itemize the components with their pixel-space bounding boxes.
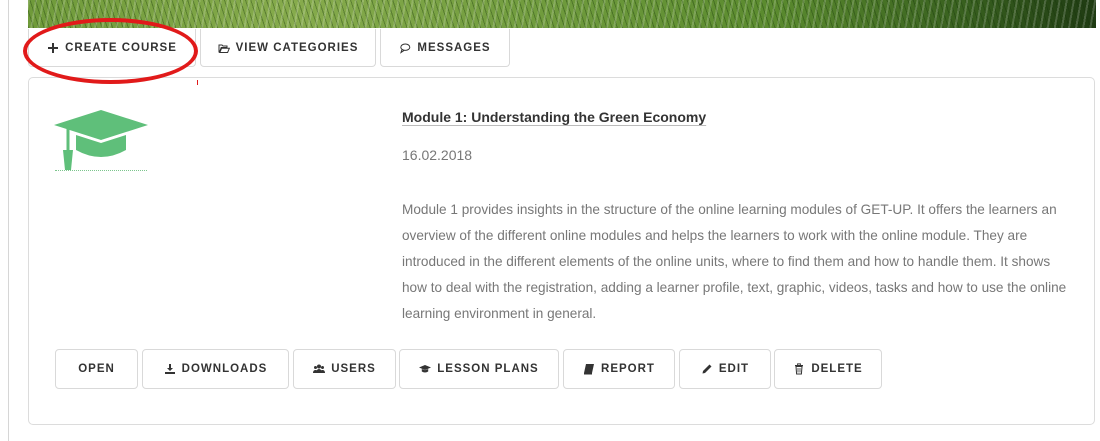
header-banner-image bbox=[28, 0, 1096, 28]
folder-open-icon bbox=[218, 44, 230, 53]
report-button[interactable]: REPORT bbox=[563, 349, 675, 389]
edit-label: EDIT bbox=[718, 363, 750, 375]
icon-underline bbox=[55, 170, 147, 171]
edit-button[interactable]: EDIT bbox=[679, 349, 771, 389]
download-icon bbox=[164, 364, 175, 374]
messages-button[interactable]: MESSAGES bbox=[380, 29, 510, 67]
graduation-cap-small-icon bbox=[419, 365, 432, 373]
page-left-border bbox=[8, 0, 9, 441]
users-label: USERS bbox=[331, 363, 376, 375]
create-course-label: CREATE COURSE bbox=[65, 41, 177, 54]
graduation-cap-icon bbox=[54, 110, 148, 170]
users-button[interactable]: USERS bbox=[293, 349, 396, 389]
course-date: 16.02.2018 bbox=[402, 147, 473, 163]
plus-icon bbox=[48, 42, 59, 53]
report-label: REPORT bbox=[601, 363, 655, 375]
course-description: Module 1 provides insights in the struct… bbox=[402, 202, 1067, 321]
delete-label: DELETE bbox=[811, 363, 863, 375]
trash-icon bbox=[795, 363, 804, 375]
view-categories-button[interactable]: VIEW CATEGORIES bbox=[200, 29, 376, 67]
downloads-button[interactable]: DOWNLOADS bbox=[142, 349, 289, 389]
users-icon bbox=[313, 364, 326, 373]
create-course-button[interactable]: CREATE COURSE bbox=[28, 29, 196, 67]
lesson-plans-label: LESSON PLANS bbox=[437, 363, 539, 375]
downloads-label: DOWNLOADS bbox=[181, 363, 268, 375]
book-icon bbox=[584, 364, 595, 375]
delete-button[interactable]: DELETE bbox=[774, 349, 882, 389]
view-categories-label: VIEW CATEGORIES bbox=[235, 41, 359, 54]
course-title-link[interactable]: Module 1: Understanding the Green Econom… bbox=[402, 109, 706, 125]
lesson-plans-button[interactable]: LESSON PLANS bbox=[399, 349, 559, 389]
messages-label: MESSAGES bbox=[417, 41, 491, 54]
annotation-mark bbox=[197, 80, 198, 85]
comments-icon bbox=[400, 42, 411, 54]
pencil-icon bbox=[702, 364, 712, 374]
open-label: OPEN bbox=[78, 363, 115, 375]
open-button[interactable]: OPEN bbox=[55, 349, 138, 389]
